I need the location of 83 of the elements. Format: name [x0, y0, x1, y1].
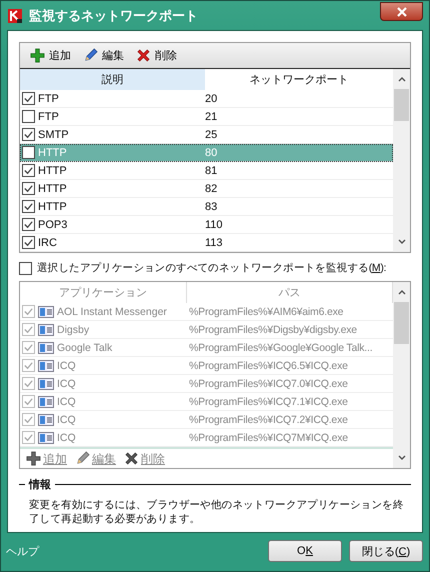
table-cell: ICQ	[57, 376, 76, 390]
table-cell: %ProgramFiles%¥Google¥Google Talk...	[189, 340, 372, 354]
close-button[interactable]	[380, 2, 423, 21]
scrollbar[interactable]	[393, 69, 410, 252]
checkbox[interactable]	[22, 164, 35, 177]
section-heading: 情報	[29, 478, 51, 492]
table-cell: ICQ	[57, 394, 76, 408]
table-cell: 82	[205, 182, 218, 196]
application-icon	[38, 396, 54, 408]
table-row[interactable]: FTP 20	[20, 90, 393, 108]
toolbar-button[interactable]: 追加	[26, 46, 75, 65]
table-cell: ICQ	[57, 358, 76, 372]
app-logo-icon	[7, 8, 23, 24]
checkbox[interactable]	[22, 146, 35, 159]
table-cell: Digsby	[57, 322, 90, 336]
table-cell: SMTP	[38, 128, 69, 142]
table-cell: FTP	[38, 92, 59, 106]
scrollbar-thumb[interactable]	[394, 89, 409, 121]
table-cell: %ProgramFiles%¥ICQ7.2¥ICQ.exe	[189, 412, 348, 426]
checkbox-label: 選択したアプリケーションのすべてのネットワークポートを監視する(M):	[37, 261, 386, 275]
application-icon	[38, 306, 54, 318]
application-icon	[38, 414, 54, 426]
checkbox[interactable]	[22, 200, 35, 213]
dialog-button[interactable]: 閉じる(C)	[349, 540, 423, 562]
table-cell: %ProgramFiles%¥Digsby¥digsby.exe	[189, 322, 357, 336]
table-cell: 80	[205, 146, 218, 160]
table-cell: %ProgramFiles%¥ICQ7M¥ICQ.exe	[189, 430, 348, 444]
dialog-button[interactable]: OK	[268, 540, 342, 562]
application-icon	[38, 360, 54, 372]
table-cell: HTTP	[38, 146, 67, 160]
table-cell: %ProgramFiles%¥ICQ7.1¥ICQ.exe	[189, 394, 348, 408]
toolbar-button[interactable]: 削除	[132, 46, 181, 65]
table-cell: 81	[205, 164, 218, 178]
checkbox[interactable]	[22, 92, 35, 105]
scroll-down-icon[interactable]	[398, 239, 406, 245]
application-icon	[38, 324, 54, 336]
table-row[interactable]: HTTP 82	[20, 180, 393, 198]
column-header[interactable]: ネットワークポート	[205, 69, 393, 90]
table-cell: 25	[205, 128, 218, 142]
table-cell: 110	[205, 218, 223, 232]
table-cell: 113	[205, 236, 223, 250]
checkbox[interactable]	[22, 218, 35, 231]
table-cell: %ProgramFiles%¥ICQ7.0¥ICQ.exe	[189, 376, 348, 390]
table-cell: Google Talk	[57, 340, 112, 354]
pencil-icon	[83, 48, 98, 63]
checkbox[interactable]	[22, 128, 35, 141]
checkbox[interactable]	[19, 262, 32, 274]
application-icon	[38, 432, 54, 444]
pencil-icon	[75, 451, 90, 466]
checkbox[interactable]	[22, 182, 35, 195]
cross-icon	[136, 48, 151, 63]
table-cell: 20	[205, 92, 218, 106]
table-row[interactable]: HTTP 81	[20, 162, 393, 180]
table-cell: FTP	[38, 110, 59, 124]
table-cell: ICQ	[57, 430, 76, 444]
checkbox[interactable]	[22, 236, 35, 249]
table-cell: HTTP	[38, 182, 67, 196]
table-cell: 21	[205, 110, 218, 124]
plus-icon	[26, 451, 41, 466]
table-cell: ICQ	[57, 412, 76, 426]
table-cell: IRC	[38, 236, 57, 250]
table-row[interactable]: HTTP 83	[20, 198, 393, 216]
table-row[interactable]: POP3 110	[20, 216, 393, 234]
table-row[interactable]: FTP 21	[20, 108, 393, 126]
table-cell: 83	[205, 200, 218, 214]
checkbox[interactable]	[22, 110, 35, 123]
table-cell: POP3	[38, 218, 68, 232]
close-icon	[396, 6, 406, 16]
window-title: 監視するネットワークポート	[29, 6, 199, 24]
table-cell: AOL Instant Messenger	[57, 304, 167, 318]
table-cell: HTTP	[38, 200, 67, 214]
table-cell: %ProgramFiles%¥AIM6¥aim6.exe	[189, 304, 344, 318]
info-text: 変更を有効にするには、ブラウザーや他のネットワークアプリケーションを終了して再起動する必要があります。	[29, 498, 405, 526]
toolbar-button[interactable]: 編集	[79, 46, 128, 65]
application-icon	[38, 342, 54, 354]
table-cell: %ProgramFiles%¥ICQ6.5¥ICQ.exe	[189, 358, 348, 372]
scroll-up-icon[interactable]	[398, 76, 406, 82]
application-icon	[38, 378, 54, 390]
table-row[interactable]: IRC 113	[20, 234, 393, 252]
column-header[interactable]: 説明	[20, 69, 205, 90]
plus-icon	[30, 48, 45, 63]
cross-icon	[124, 451, 139, 466]
table-cell: HTTP	[38, 164, 67, 178]
